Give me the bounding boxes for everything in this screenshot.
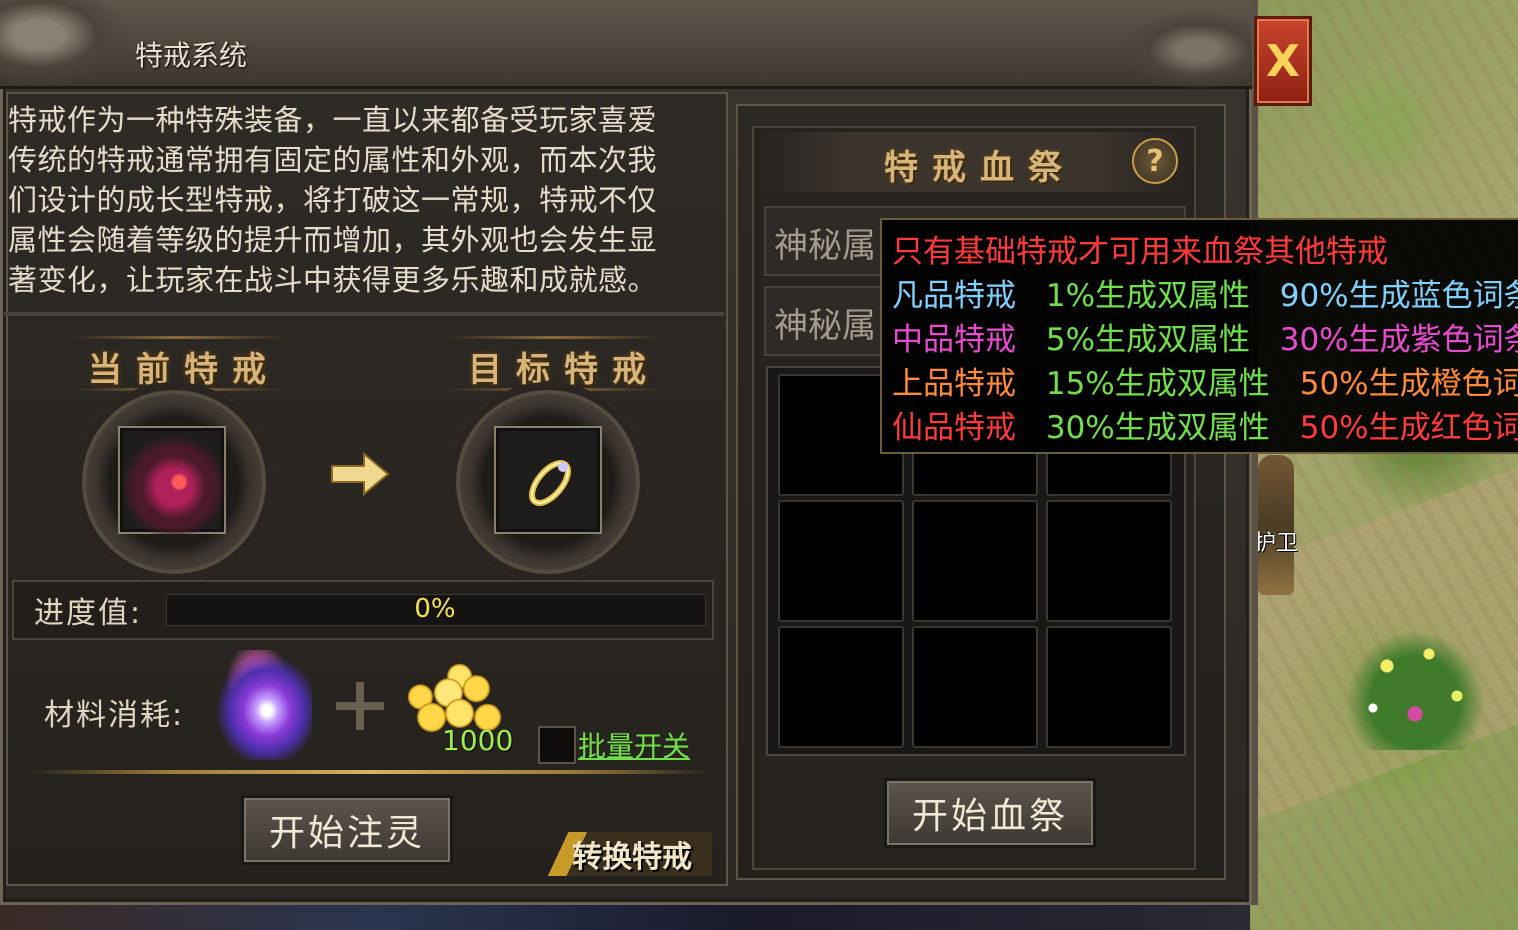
materials-label: 材料消耗:: [44, 698, 185, 733]
tooltip-affix-chance: 30%生成紫色词条: [1279, 322, 1518, 358]
batch-toggle-checkbox[interactable]: [538, 726, 576, 764]
tooltip-affix-chance: 50%生成红色词条: [1299, 410, 1518, 446]
mystic-attr-label: 神秘属: [774, 306, 876, 346]
tooltip-tier: 仙品特戒: [892, 410, 1016, 446]
intro-text: 特戒作为一种特殊装备，一直以来都备受玩家喜爱 传统的特戒通常拥有固定的属性和外观…: [8, 100, 720, 300]
flower-bush: [1345, 630, 1485, 750]
start-infuse-button[interactable]: 开始注灵: [241, 795, 453, 865]
close-icon: X: [1266, 35, 1300, 87]
spirit-flame-icon[interactable]: [212, 650, 312, 760]
help-icon[interactable]: ?: [1132, 138, 1178, 184]
tooltip-tier: 上品特戒: [892, 366, 1016, 402]
window-title: 特戒系统: [135, 39, 248, 72]
progress-value: 0%: [414, 594, 456, 624]
sacrifice-slot[interactable]: [778, 626, 904, 748]
start-sacrifice-button[interactable]: 开始血祭: [884, 778, 1096, 848]
sacrifice-tooltip: 只有基础特戒才可用来血祭其他特戒 凡品特戒 1%生成双属性 90%生成蓝色词条 …: [880, 218, 1518, 454]
bottom-hud-strip: [0, 905, 1250, 930]
sacrifice-slot[interactable]: [912, 626, 1038, 748]
current-ring-icon: [122, 430, 226, 534]
tooltip-dual-chance: 30%生成双属性: [1045, 410, 1270, 446]
sacrifice-slot[interactable]: [1046, 626, 1172, 748]
convert-ring-label[interactable]: 转换特戒: [572, 832, 692, 876]
sacrifice-slot[interactable]: [912, 500, 1038, 622]
close-button[interactable]: X: [1254, 16, 1312, 106]
dragon-ornament-right: [1120, 10, 1250, 90]
blood-sacrifice-heading: 特戒血祭: [884, 148, 1076, 188]
intro-line: 著变化，让玩家在战斗中获得更多乐趣和成就感。: [8, 263, 658, 297]
materials-divider: [30, 770, 710, 774]
intro-divider: [4, 312, 724, 316]
intro-line: 属性会随着等级的提升而增加，其外观也会发生显: [8, 223, 658, 257]
batch-toggle-label[interactable]: 批量开关: [578, 725, 690, 765]
npc-name-label: 护卫: [1254, 531, 1299, 556]
tooltip-row: 仙品特戒 30%生成双属性 50%生成红色词条: [892, 402, 1518, 447]
heading-rule: [70, 336, 286, 339]
tooltip-row: 中品特戒 5%生成双属性 30%生成紫色词条: [892, 314, 1518, 359]
tooltip-header: 只有基础特戒才可用来血祭其他特戒: [892, 234, 1388, 270]
tooltip-tier: 中品特戒: [892, 322, 1016, 358]
heading-rule: [446, 336, 662, 339]
progress-label: 进度值:: [34, 596, 143, 631]
tooltip-dual-chance: 15%生成双属性: [1045, 366, 1270, 402]
tooltip-tier: 凡品特戒: [892, 278, 1016, 314]
arrow-right-icon: [330, 451, 390, 497]
sacrifice-slot[interactable]: [1046, 500, 1172, 622]
start-infuse-label: 开始注灵: [268, 813, 425, 854]
tooltip-affix-chance: 50%生成橙色词条: [1299, 366, 1518, 402]
plus-icon: [334, 680, 386, 732]
tooltip-row: 凡品特戒 1%生成双属性 90%生成蓝色词条: [892, 270, 1518, 315]
sacrifice-slot[interactable]: [778, 500, 904, 622]
intro-line: 特戒作为一种特殊装备，一直以来都备受玩家喜爱: [8, 103, 658, 137]
mystic-attr-label: 神秘属: [774, 226, 876, 266]
start-sacrifice-label: 开始血祭: [911, 796, 1068, 837]
target-ring-icon: [498, 430, 602, 534]
tooltip-row: 上品特戒 15%生成双属性 50%生成橙色词条: [892, 358, 1518, 403]
intro-line: 传统的特戒通常拥有固定的属性和外观，而本次我: [8, 143, 658, 177]
gold-amount: 1000: [442, 724, 514, 757]
tooltip-dual-chance: 5%生成双属性: [1045, 322, 1251, 358]
tooltip-affix-chance: 90%生成蓝色词条: [1279, 278, 1518, 314]
intro-line: 们设计的成长型特戒，将打破这一常规，特戒不仅: [8, 183, 658, 217]
dragon-ornament-left: [0, 0, 130, 86]
tooltip-dual-chance: 1%生成双属性: [1045, 278, 1251, 314]
